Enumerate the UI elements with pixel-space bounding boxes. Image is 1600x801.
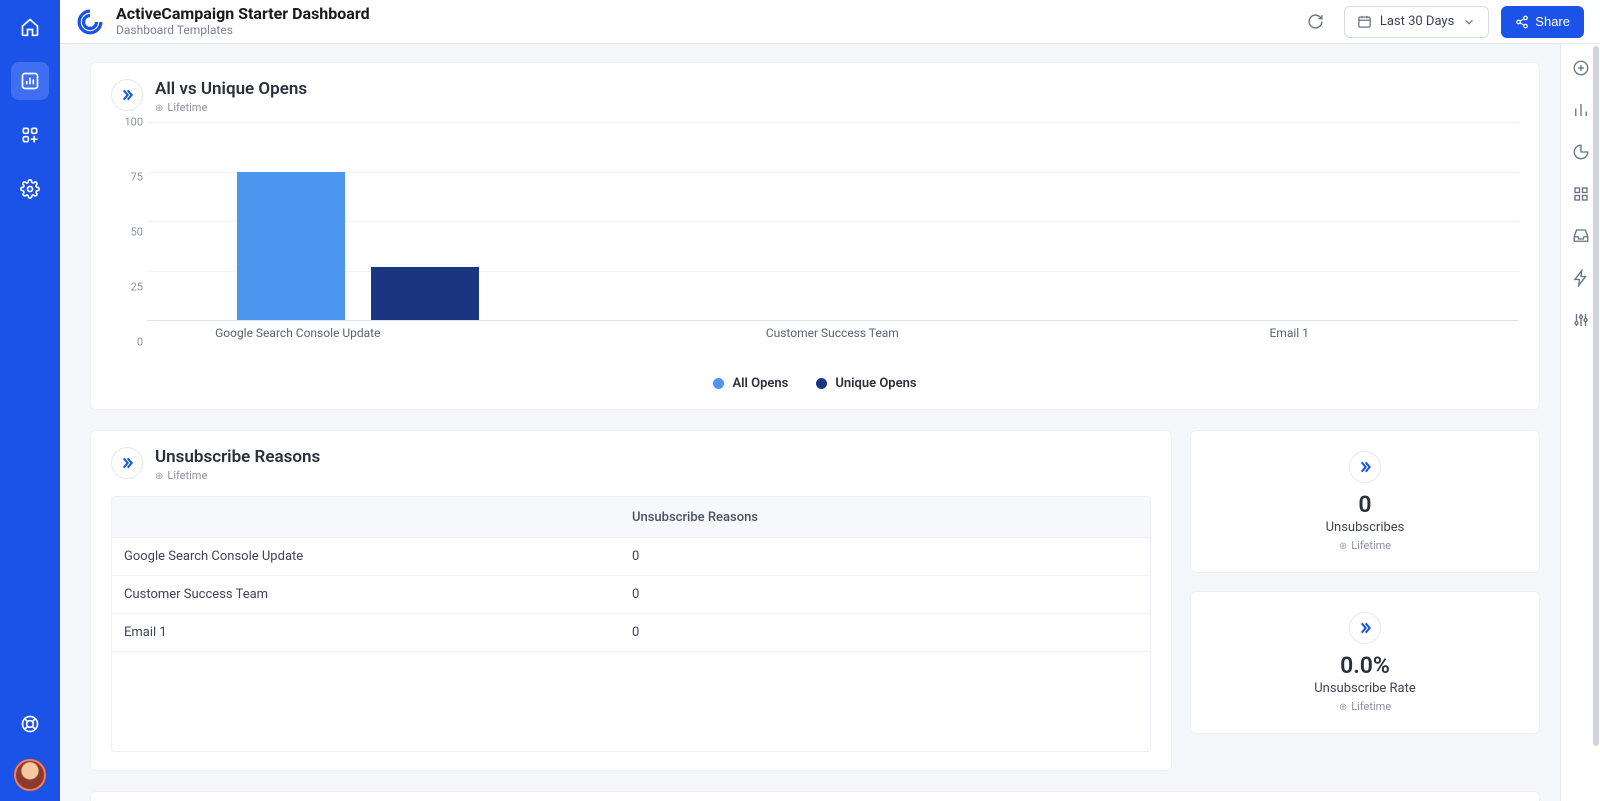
metric-value: 0.0% xyxy=(1207,652,1523,679)
card-source-icon[interactable] xyxy=(111,79,143,111)
chevrons-right-icon xyxy=(119,87,135,103)
apps-grid-icon xyxy=(20,125,40,145)
card-all-vs-unique-opens: All vs Unique Opens Lifetime 100 75 50 2… xyxy=(90,62,1540,410)
x-axis-label: Email 1 xyxy=(1061,326,1518,340)
ytick: 25 xyxy=(119,281,143,294)
legend-swatch xyxy=(713,378,724,389)
legend-item-all[interactable]: All Opens xyxy=(713,376,788,391)
ytick: 0 xyxy=(119,336,143,349)
bolt-icon xyxy=(1572,269,1590,287)
rail-bolt[interactable] xyxy=(1567,264,1595,292)
row-name: Customer Success Team xyxy=(112,587,632,602)
chart-bars: Google Search Console Update Customer Su… xyxy=(147,122,1519,320)
x-axis-label: Customer Success Team xyxy=(604,326,1061,340)
calendar-icon xyxy=(1357,14,1372,29)
rail-sliders[interactable] xyxy=(1567,306,1595,334)
nav-settings[interactable] xyxy=(11,170,49,208)
user-avatar[interactable] xyxy=(14,759,46,791)
breadcrumb[interactable]: Dashboard Templates xyxy=(116,24,370,38)
card-source-icon[interactable] xyxy=(111,447,143,479)
ytick: 100 xyxy=(119,116,143,129)
pie-icon xyxy=(1572,143,1590,161)
nav-help[interactable] xyxy=(11,705,49,743)
share-button[interactable]: Share xyxy=(1501,6,1584,38)
chevrons-right-icon xyxy=(1357,620,1373,636)
bar-group: Email 1 xyxy=(1061,122,1518,320)
metric-label: Unsubscribe Rate xyxy=(1207,681,1523,696)
card-unsubscribe-rate: 0.0% Unsubscribe Rate Lifetime xyxy=(1190,591,1540,734)
card-range: Lifetime xyxy=(155,469,320,482)
card-title: Unsubscribe Reasons xyxy=(155,447,320,467)
table-col-header: Unsubscribe Reasons xyxy=(632,510,1150,525)
bar-chart-icon xyxy=(20,71,40,91)
nav-dashboards[interactable] xyxy=(11,62,49,100)
refresh-icon xyxy=(1307,13,1324,30)
table-header: Unsubscribe Reasons xyxy=(112,497,1150,537)
refresh-button[interactable] xyxy=(1300,6,1332,38)
date-range-picker[interactable]: Last 30 Days xyxy=(1344,6,1489,38)
nav-apps[interactable] xyxy=(11,116,49,154)
row-value: 0 xyxy=(632,587,1150,602)
chevrons-right-icon xyxy=(119,455,135,471)
scrollbar[interactable] xyxy=(1593,46,1599,746)
metric-range: Lifetime xyxy=(1207,539,1523,552)
legend-swatch xyxy=(816,378,827,389)
row-value: 0 xyxy=(632,549,1150,564)
chevron-down-icon xyxy=(1462,15,1476,29)
bar-group: Customer Success Team xyxy=(604,122,1061,320)
opens-chart: 100 75 50 25 0 Google Search xyxy=(119,122,1519,342)
card-unsubscribes: 0 Unsubscribes Lifetime xyxy=(1190,430,1540,573)
rail-add[interactable] xyxy=(1567,54,1595,82)
home-icon xyxy=(20,17,40,37)
card-hard-vs-soft-bounces: Hard vs Soft Bounces xyxy=(90,791,1540,801)
x-axis-label: Google Search Console Update xyxy=(147,326,449,340)
unsubscribe-table: Unsubscribe Reasons Google Search Consol… xyxy=(111,496,1151,752)
row-value: 0 xyxy=(632,625,1150,640)
chart-legend: All Opens Unique Opens xyxy=(111,376,1519,391)
ytick: 75 xyxy=(119,171,143,184)
legend-item-unique[interactable]: Unique Opens xyxy=(816,376,916,391)
grid-icon xyxy=(1572,185,1590,203)
chart-title: All vs Unique Opens xyxy=(155,79,307,99)
share-label: Share xyxy=(1535,14,1570,29)
brand-text: ActiveCampaign Starter Dashboard Dashboa… xyxy=(116,5,370,37)
rail-pie[interactable] xyxy=(1567,138,1595,166)
ytick: 50 xyxy=(119,226,143,239)
metric-range: Lifetime xyxy=(1207,700,1523,713)
row-name: Email 1 xyxy=(112,625,632,640)
card-unsubscribe-reasons: Unsubscribe Reasons Lifetime Unsubscribe… xyxy=(90,430,1172,771)
share-icon xyxy=(1515,15,1529,29)
lifebuoy-icon xyxy=(20,714,40,734)
main-content: All vs Unique Opens Lifetime 100 75 50 2… xyxy=(60,44,1560,801)
metric-label: Unsubscribes xyxy=(1207,520,1523,535)
bar-unique-opens xyxy=(371,267,479,320)
table-row: Google Search Console Update 0 xyxy=(112,537,1150,575)
rail-grid[interactable] xyxy=(1567,180,1595,208)
table-empty-space xyxy=(112,651,1150,751)
chevrons-right-icon xyxy=(1357,459,1373,475)
left-sidebar xyxy=(0,0,60,801)
bar-all-opens xyxy=(237,172,345,321)
bars-icon xyxy=(1572,101,1590,119)
card-source-icon[interactable] xyxy=(1349,612,1381,644)
sliders-icon xyxy=(1572,311,1590,329)
card-source-icon[interactable] xyxy=(1349,451,1381,483)
brand-logo xyxy=(76,8,104,36)
date-range-label: Last 30 Days xyxy=(1380,14,1454,29)
chart-range: Lifetime xyxy=(155,101,307,114)
bar-group: Google Search Console Update xyxy=(147,122,604,320)
table-row: Customer Success Team 0 xyxy=(112,575,1150,613)
rail-inbox[interactable] xyxy=(1567,222,1595,250)
page-title: ActiveCampaign Starter Dashboard xyxy=(116,5,370,23)
gear-icon xyxy=(20,179,40,199)
rail-chart[interactable] xyxy=(1567,96,1595,124)
topbar: ActiveCampaign Starter Dashboard Dashboa… xyxy=(60,0,1600,44)
row-name: Google Search Console Update xyxy=(112,549,632,564)
metric-value: 0 xyxy=(1207,491,1523,518)
table-row: Email 1 0 xyxy=(112,613,1150,651)
inbox-icon xyxy=(1572,227,1590,245)
nav-home[interactable] xyxy=(11,8,49,46)
plus-circle-icon xyxy=(1572,59,1590,77)
